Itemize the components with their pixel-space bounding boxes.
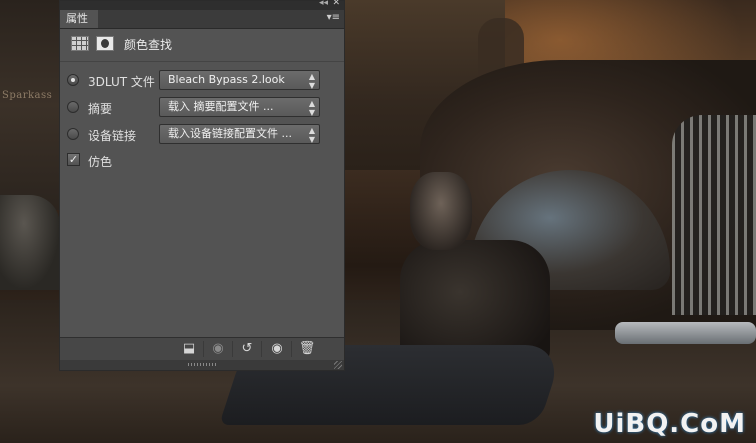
- radio-3dlut[interactable]: [67, 74, 79, 86]
- corner-resize-icon[interactable]: [334, 361, 342, 369]
- watermark: UiBQ.CoM: [593, 409, 746, 439]
- select-abstract-profile[interactable]: 载入 摘要配置文件 ... ▲ ▼: [159, 97, 320, 117]
- label-3dlut: 3DLUT 文件: [88, 75, 155, 89]
- panel-menu-icon[interactable]: ▾≡: [327, 12, 340, 23]
- dither-checkbox[interactable]: ✓: [67, 153, 80, 166]
- collapse-icon[interactable]: ◂◂: [319, 0, 328, 8]
- panel-resize-bar[interactable]: [60, 360, 344, 370]
- divider: [60, 61, 344, 62]
- row-abstract: 摘要 载入 摘要配置文件 ... ▲ ▼: [60, 97, 344, 119]
- reset-icon[interactable]: ↺: [236, 340, 258, 358]
- label-devicelink: 设备链接: [88, 129, 137, 143]
- row-devicelink: 设备链接 载入设备链接配置文件 ... ▲ ▼: [60, 124, 344, 146]
- radio-abstract[interactable]: [67, 101, 79, 113]
- row-3dlut: 3DLUT 文件 Bleach Bypass 2.look ▲ ▼: [60, 70, 344, 92]
- panel-toolbar: ⬓ ◉ ↺ ◉ 🗑: [60, 337, 344, 360]
- close-icon[interactable]: ✕: [332, 0, 340, 8]
- select-abstract-value: 载入 摘要配置文件 ...: [168, 100, 274, 113]
- shop-sign: Sparkass: [2, 90, 53, 101]
- updown-arrow-icon: ▲ ▼: [308, 72, 315, 90]
- select-devicelink-profile[interactable]: 载入设备链接配置文件 ... ▲ ▼: [159, 124, 320, 144]
- toolbar-separator: [232, 341, 233, 357]
- toolbar-separator: [291, 341, 292, 357]
- select-devicelink-value: 载入设备链接配置文件 ...: [168, 127, 292, 140]
- view-previous-state-icon[interactable]: ◉: [207, 340, 229, 358]
- layer-mask-icon[interactable]: [96, 36, 114, 51]
- select-3dlut-file[interactable]: Bleach Bypass 2.look ▲ ▼: [159, 70, 320, 90]
- select-3dlut-value: Bleach Bypass 2.look: [168, 73, 285, 86]
- tab-properties[interactable]: 属性: [60, 10, 98, 28]
- car-grille: [672, 115, 756, 315]
- row-dither: ✓ 仿色: [60, 150, 344, 172]
- clip-to-layer-icon[interactable]: ⬓: [178, 340, 200, 358]
- label-dither: 仿色: [88, 155, 113, 169]
- person-head: [410, 172, 472, 250]
- updown-arrow-icon: ▲ ▼: [308, 126, 315, 144]
- adjustment-grid-icon[interactable]: [71, 36, 89, 51]
- adjustment-header: 颜色查找: [60, 29, 344, 61]
- properties-panel: ◂◂ ✕ 属性 ▾≡ 颜色查找 3DLUT 文件 Bleach Bypass 2…: [59, 0, 345, 371]
- car-bumper: [615, 322, 756, 344]
- toolbar-separator: [203, 341, 204, 357]
- trash-icon[interactable]: 🗑: [296, 340, 318, 358]
- resize-grip-icon[interactable]: [188, 363, 218, 366]
- updown-arrow-icon: ▲ ▼: [308, 99, 315, 117]
- panel-tab-row: 属性 ▾≡: [60, 10, 344, 29]
- panel-titlebar[interactable]: ◂◂ ✕: [60, 0, 344, 10]
- visibility-eye-icon[interactable]: ◉: [266, 340, 288, 358]
- toolbar-separator: [261, 341, 262, 357]
- adjustment-title: 颜色查找: [124, 38, 173, 52]
- label-abstract: 摘要: [88, 102, 113, 116]
- car-left: [0, 195, 60, 290]
- radio-devicelink[interactable]: [67, 128, 79, 140]
